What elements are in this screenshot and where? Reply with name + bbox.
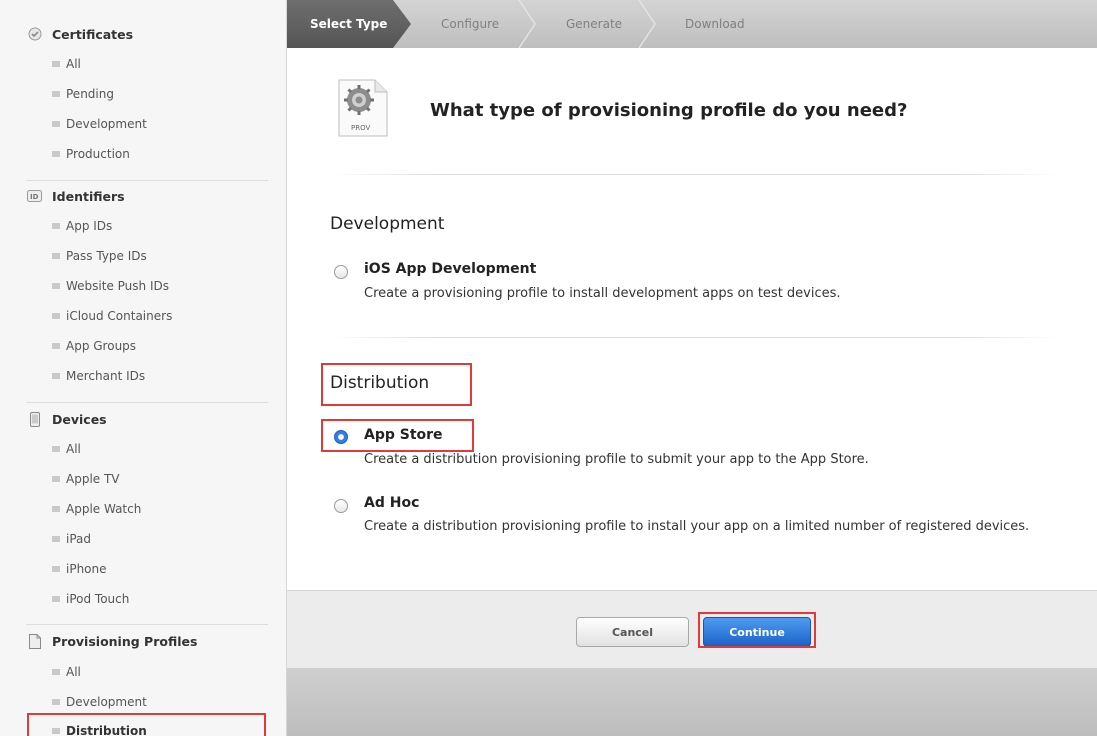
bullet-icon: [52, 536, 60, 542]
sidebar-item-label: iPhone: [66, 562, 107, 576]
bullet-icon: [52, 596, 60, 602]
bullet-icon: [52, 253, 60, 259]
sidebar-item-certificates-production[interactable]: Production: [0, 139, 286, 169]
sidebar-item-label: App IDs: [66, 219, 113, 233]
sidebar: Certificates All Pending Development Pro…: [0, 0, 287, 736]
section-title-development: Development: [330, 214, 445, 234]
sidebar-item-label: Development: [66, 117, 147, 131]
sidebar-heading-provisioning-profiles[interactable]: Provisioning Profiles: [0, 626, 286, 656]
option-desc-ios-app-development: Create a provisioning profile to install…: [364, 286, 841, 301]
highlight-box-sidebar-distribution: [27, 713, 266, 736]
option-title-ad-hoc[interactable]: Ad Hoc: [364, 495, 419, 511]
step-separator-icon: [518, 0, 536, 48]
bullet-icon: [52, 446, 60, 452]
sidebar-item-profiles-all[interactable]: All: [0, 657, 286, 687]
sidebar-item-label: Pending: [66, 87, 114, 101]
sidebar-item-label: All: [66, 57, 81, 71]
sidebar-item-label: Development: [66, 695, 147, 709]
sidebar-item-ipad[interactable]: iPad: [0, 524, 286, 554]
sidebar-item-label: App Groups: [66, 339, 137, 353]
svg-text:ID: ID: [30, 193, 39, 201]
sidebar-item-icloud-containers[interactable]: iCloud Containers: [0, 301, 286, 331]
highlight-box-continue: [698, 612, 816, 648]
bullet-icon: [52, 669, 60, 675]
bullet-icon: [52, 506, 60, 512]
sidebar-heading-label: Certificates: [52, 26, 134, 42]
sidebar-item-certificates-all[interactable]: All: [0, 49, 286, 79]
step-generate: Generate: [566, 17, 623, 31]
divider: [330, 174, 1060, 175]
id-badge-icon: ID: [27, 189, 42, 204]
bullet-icon: [52, 476, 60, 482]
radio-ad-hoc[interactable]: [334, 499, 348, 513]
step-select-type: Select Type: [310, 17, 388, 31]
sidebar-item-label: iPad: [66, 532, 92, 546]
sidebar-item-certificates-pending[interactable]: Pending: [0, 79, 286, 109]
bullet-icon: [52, 151, 60, 157]
sidebar-heading-label: Provisioning Profiles: [52, 633, 198, 649]
bullet-icon: [52, 699, 60, 705]
divider: [330, 337, 1060, 338]
bullet-icon: [52, 313, 60, 319]
sidebar-item-app-groups[interactable]: App Groups: [0, 331, 286, 361]
sidebar-item-label: Merchant IDs: [66, 369, 146, 383]
page-bottom-area: [287, 668, 1097, 736]
sidebar-divider: [26, 624, 268, 625]
sidebar-item-label: All: [66, 665, 81, 679]
provisioning-profile-file-icon: PROV: [338, 79, 388, 137]
sidebar-heading-identifiers[interactable]: ID Identifiers: [0, 181, 286, 211]
bullet-icon: [52, 91, 60, 97]
sidebar-item-website-push-ids[interactable]: Website Push IDs: [0, 271, 286, 301]
prov-label: PROV: [351, 124, 370, 132]
sidebar-item-label: iCloud Containers: [66, 309, 173, 323]
sidebar-item-label: Website Push IDs: [66, 279, 169, 293]
sidebar-item-label: Apple Watch: [66, 502, 142, 516]
sidebar-item-devices-all[interactable]: All: [0, 434, 286, 464]
footer-bar: Cancel Continue: [287, 590, 1097, 668]
radio-ios-app-development[interactable]: [334, 265, 348, 279]
sidebar-item-label: Apple TV: [66, 472, 120, 486]
bullet-icon: [52, 343, 60, 349]
certificate-icon: [27, 27, 42, 42]
sidebar-item-label: Pass Type IDs: [66, 249, 147, 263]
sidebar-item-app-ids[interactable]: App IDs: [0, 211, 286, 241]
sidebar-heading-label: Identifiers: [52, 188, 125, 204]
sidebar-item-label: All: [66, 442, 81, 456]
main-content: PROV What type of provisioning profile d…: [287, 48, 1097, 588]
sidebar-item-iphone[interactable]: iPhone: [0, 554, 286, 584]
step-separator-icon: [638, 0, 656, 48]
bullet-icon: [52, 283, 60, 289]
step-configure: Configure: [441, 17, 500, 31]
sidebar-heading-label: Devices: [52, 411, 107, 427]
bullet-icon: [52, 223, 60, 229]
sidebar-heading-certificates[interactable]: Certificates: [0, 19, 286, 49]
wizard-steps: Select Type Configure Generate Download: [287, 0, 1097, 48]
sidebar-item-label: Production: [66, 147, 130, 161]
option-desc-app-store: Create a distribution provisioning profi…: [364, 452, 869, 467]
bullet-icon: [52, 121, 60, 127]
bullet-icon: [52, 61, 60, 67]
sidebar-item-apple-tv[interactable]: Apple TV: [0, 464, 286, 494]
sidebar-item-pass-type-ids[interactable]: Pass Type IDs: [0, 241, 286, 271]
document-icon: [27, 633, 42, 649]
option-desc-ad-hoc: Create a distribution provisioning profi…: [364, 519, 1030, 534]
sidebar-item-apple-watch[interactable]: Apple Watch: [0, 494, 286, 524]
sidebar-item-certificates-development[interactable]: Development: [0, 109, 286, 139]
sidebar-divider: [26, 402, 268, 403]
bullet-icon: [52, 373, 60, 379]
sidebar-item-merchant-ids[interactable]: Merchant IDs: [0, 361, 286, 391]
step-download: Download: [685, 17, 745, 31]
sidebar-item-label: iPod Touch: [66, 592, 130, 606]
highlight-box-distribution: [321, 363, 472, 406]
device-icon: [27, 411, 42, 427]
page-title: What type of provisioning profile do you…: [430, 100, 908, 121]
highlight-box-app-store: [321, 419, 474, 452]
bullet-icon: [52, 566, 60, 572]
option-title-ios-app-development[interactable]: iOS App Development: [364, 261, 536, 277]
cancel-button[interactable]: Cancel: [576, 617, 689, 647]
sidebar-heading-devices[interactable]: Devices: [0, 404, 286, 434]
sidebar-item-ipod-touch[interactable]: iPod Touch: [0, 584, 286, 614]
